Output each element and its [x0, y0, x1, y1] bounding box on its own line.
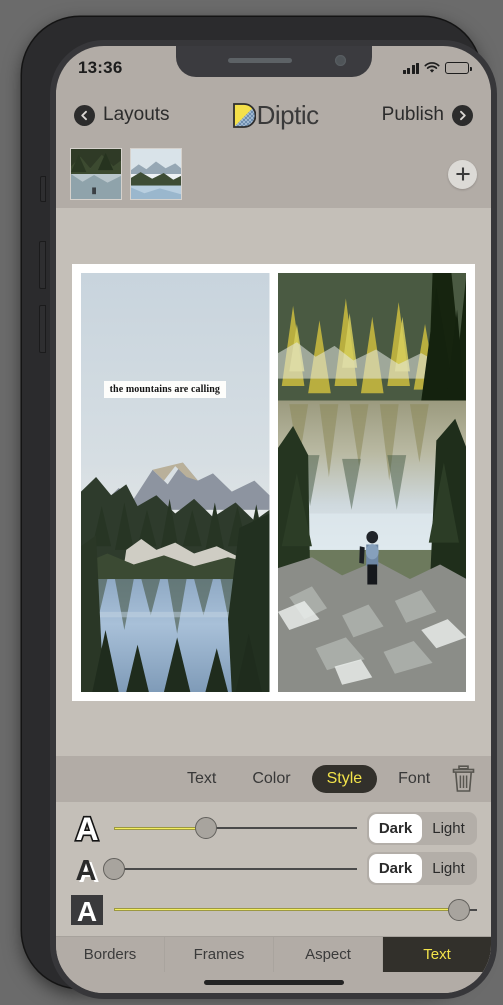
front-camera	[334, 55, 346, 66]
diptic-logo-icon	[232, 102, 256, 128]
segment-light-2[interactable]: Light	[422, 854, 475, 883]
toolbar-aspect[interactable]: Aspect	[274, 937, 383, 972]
svg-text:A: A	[76, 855, 97, 886]
style-controls: A Dark Light A A Dark Light A	[56, 802, 491, 936]
toolbar-frames[interactable]: Frames	[165, 937, 274, 972]
phone-frame: 13:36 Layouts Diptic Publish the mountai…	[22, 17, 497, 999]
wifi-icon	[424, 62, 440, 73]
toolbar-borders[interactable]: Borders	[56, 937, 165, 972]
phone-screen: 13:36 Layouts Diptic Publish the mountai…	[56, 46, 491, 993]
letter-a-shadow-icon: A A	[70, 852, 104, 886]
text-editor-tabs: Text Color Style Font	[56, 756, 491, 802]
toolbar-text[interactable]: Text	[383, 937, 491, 972]
signal-bars-icon	[402, 62, 419, 74]
thumbnail-item[interactable]	[70, 148, 122, 200]
background-opacity-slider[interactable]	[114, 895, 477, 925]
add-photo-button[interactable]	[448, 159, 477, 189]
app-title-label: Diptic	[256, 100, 320, 130]
segment-dark-2[interactable]: Dark	[369, 854, 422, 884]
outline-width-slider[interactable]	[114, 813, 357, 843]
svg-text:A: A	[77, 896, 97, 927]
tab-style[interactable]: Style	[311, 765, 378, 793]
style-row-outline: A Dark Light	[70, 808, 477, 848]
shadow-tone-segmented-control[interactable]: Dark Light	[367, 852, 477, 886]
shadow-amount-slider[interactable]	[103, 854, 357, 884]
publish-button[interactable]: Publish	[382, 104, 473, 126]
photo-filmstrip	[56, 140, 491, 208]
publish-label: Publish	[381, 104, 444, 125]
segment-dark-1[interactable]: Dark	[369, 813, 422, 843]
status-time: 13:36	[78, 58, 123, 77]
collage-pane-right[interactable]	[277, 272, 466, 692]
collage-frame: the mountains are calling	[72, 263, 475, 701]
earpiece-speaker	[227, 58, 292, 63]
layouts-back-button[interactable]: Layouts	[74, 104, 170, 126]
home-indicator[interactable]	[203, 980, 344, 985]
chevron-left-circle-icon	[74, 104, 95, 126]
home-indicator-area	[56, 972, 491, 993]
letter-a-background-icon: A	[70, 893, 104, 927]
main-toolbar: Borders Frames Aspect Text	[56, 936, 491, 972]
letter-a-outline-icon: A	[70, 811, 104, 845]
collage-canvas: the mountains are calling	[56, 208, 491, 756]
trash-icon	[452, 765, 475, 792]
battery-icon	[445, 62, 472, 74]
tab-font[interactable]: Font	[383, 765, 445, 793]
segment-light-1[interactable]: Light	[422, 814, 475, 843]
text-overlay[interactable]: the mountains are calling	[103, 381, 226, 399]
outline-tone-segmented-control[interactable]: Dark Light	[367, 811, 477, 845]
tab-text[interactable]: Text	[172, 765, 231, 793]
style-row-shadow: A A Dark Light	[70, 849, 477, 889]
style-row-background: A	[70, 890, 477, 930]
notch	[175, 46, 372, 77]
svg-text:A: A	[75, 811, 98, 845]
status-indicators	[402, 62, 472, 74]
app-title: Diptic	[232, 100, 320, 130]
volume-down-button[interactable]	[39, 305, 46, 353]
chevron-right-circle-icon	[451, 104, 473, 126]
plus-icon	[455, 167, 470, 181]
volume-up-button[interactable]	[39, 241, 46, 289]
delete-text-button[interactable]	[451, 765, 476, 793]
navigation-bar: Layouts Diptic Publish	[56, 90, 491, 140]
collage-pane-left[interactable]: the mountains are calling	[81, 272, 270, 692]
silent-switch[interactable]	[40, 176, 46, 202]
layouts-label: Layouts	[103, 104, 170, 125]
tab-color[interactable]: Color	[237, 765, 305, 793]
thumbnail-item[interactable]	[130, 148, 182, 200]
